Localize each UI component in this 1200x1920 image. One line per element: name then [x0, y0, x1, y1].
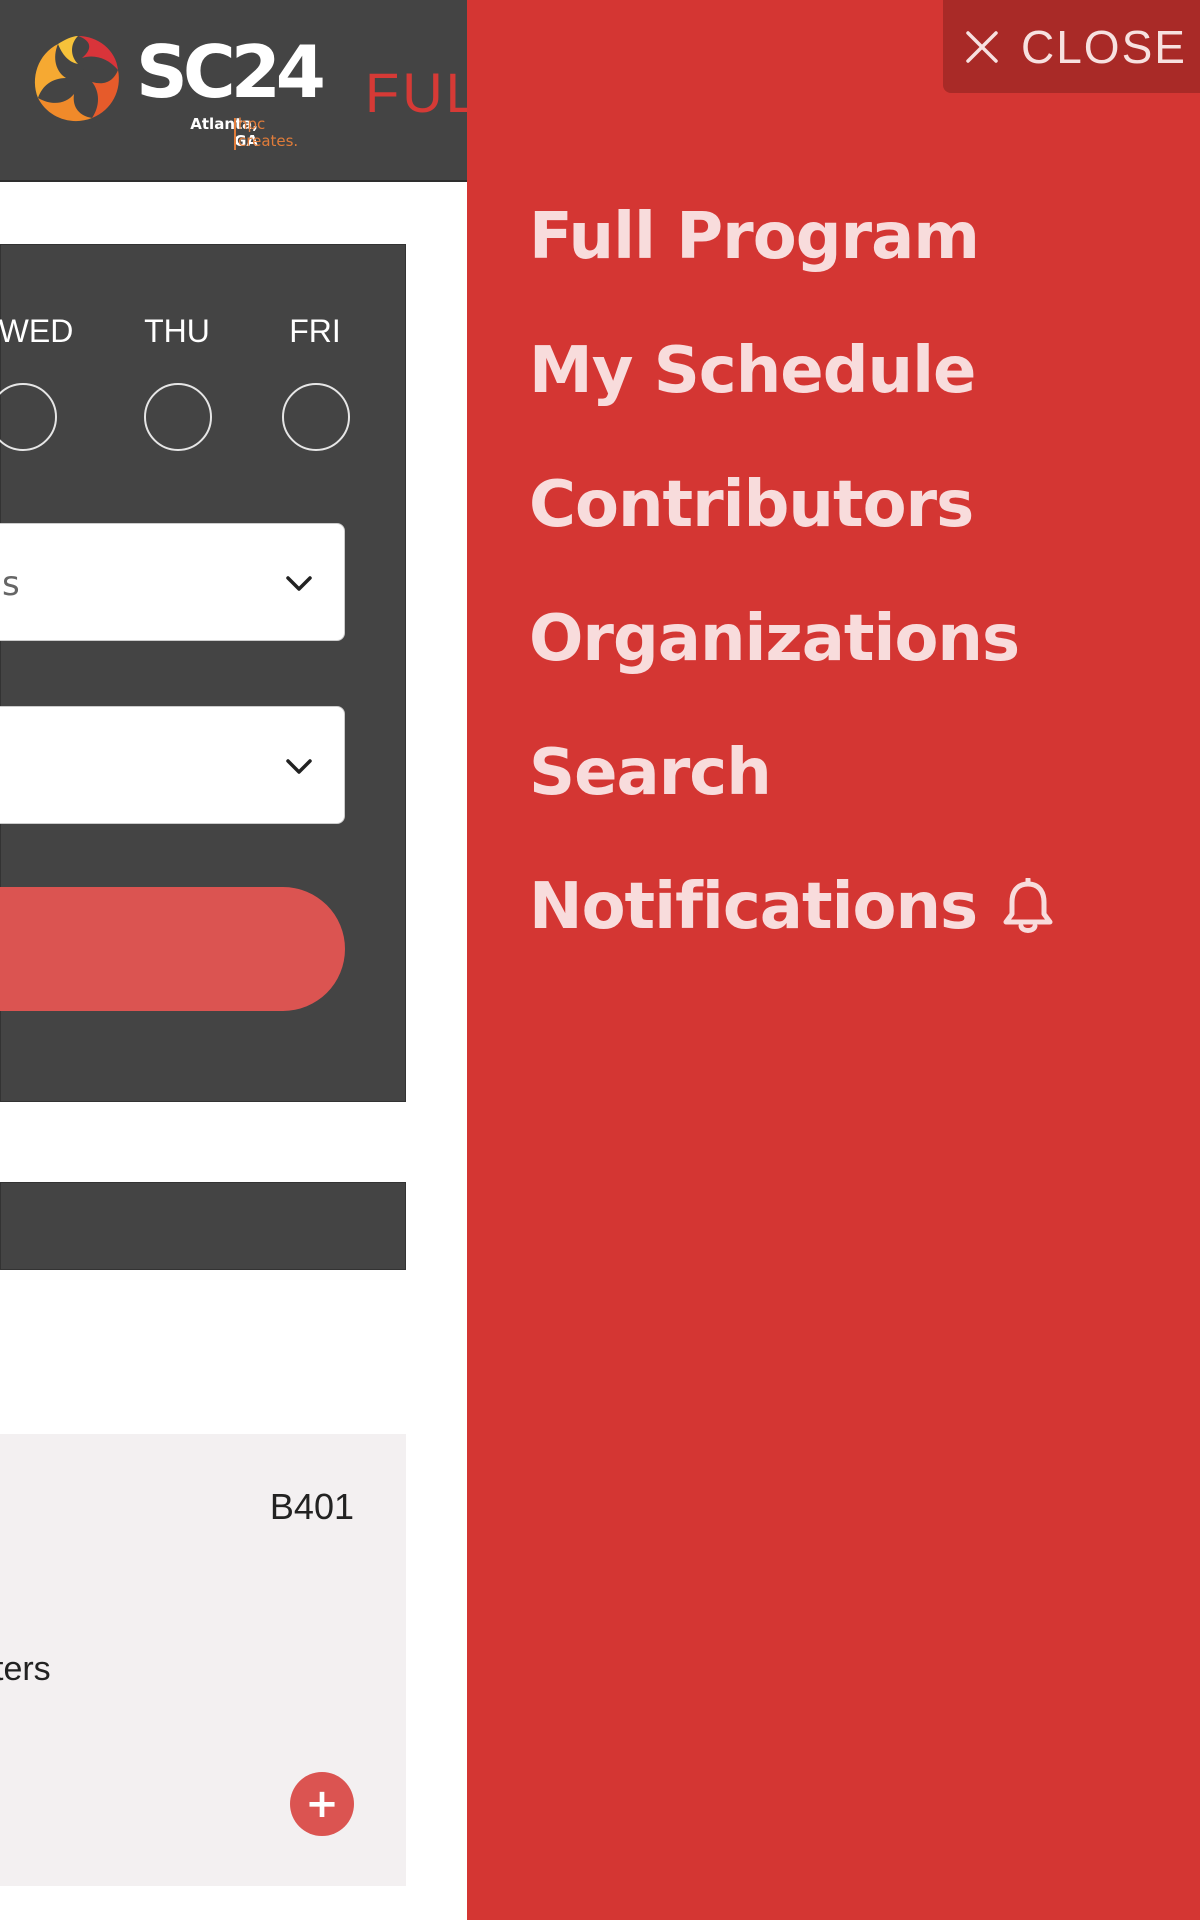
day-radio-fri[interactable]: [282, 383, 350, 451]
nav-item-contributors[interactable]: Contributors: [529, 438, 1055, 572]
day-label-wed: WED: [0, 313, 74, 349]
nav-item-label: Organizations: [529, 602, 1020, 676]
day-label-fri: FRI: [289, 313, 341, 349]
nav-drawer: CLOSE Full Program My Schedule Contribut…: [467, 0, 1200, 1920]
nav-item-label: Notifications: [529, 870, 978, 944]
logo-wordmark: SC24: [136, 30, 326, 114]
logo-divider: [234, 118, 236, 150]
phoenix-logo-icon: [34, 36, 119, 122]
nav-item-my-schedule[interactable]: My Schedule: [529, 304, 1055, 438]
nav-item-label: My Schedule: [529, 334, 976, 408]
day-radio-wed[interactable]: [0, 383, 57, 451]
nav-item-label: Search: [529, 736, 772, 810]
nav-item-label: Full Program: [529, 200, 980, 274]
day-radio-thu[interactable]: [144, 383, 212, 451]
logo-tagline: hpc creates.: [238, 115, 299, 150]
nav-item-label: Contributors: [529, 468, 974, 542]
filter-select-2[interactable]: [0, 706, 345, 824]
drawer-nav: Full Program My Schedule Contributors Or…: [529, 170, 1055, 974]
bell-icon: [1003, 878, 1053, 933]
close-button[interactable]: CLOSE: [943, 0, 1200, 93]
sc24-logo[interactable]: SC24 Atlanta, GA hpc creates.: [28, 28, 328, 153]
nav-item-search[interactable]: Search: [529, 706, 1055, 840]
filter-select-1-value: s: [2, 564, 20, 604]
day-label-thu: THU: [144, 313, 210, 349]
filter-select-1[interactable]: s: [0, 523, 345, 641]
close-icon: [966, 30, 998, 63]
chevron-down-icon: [286, 576, 312, 591]
close-label: CLOSE: [1021, 20, 1187, 73]
nav-item-organizations[interactable]: Organizations: [529, 572, 1055, 706]
nav-item-full-program[interactable]: Full Program: [529, 170, 1055, 304]
site-header: SC24 Atlanta, GA hpc creates. FUL: [0, 0, 477, 182]
chevron-down-icon: [286, 759, 312, 774]
page-title: FUL: [365, 61, 480, 124]
session-card[interactable]: B401 ters +: [0, 1434, 406, 1886]
apply-filter-button[interactable]: [0, 887, 345, 1011]
session-text: ters: [0, 1650, 51, 1688]
add-to-schedule-button[interactable]: +: [290, 1772, 354, 1836]
session-room: B401: [269, 1486, 354, 1527]
nav-item-notifications[interactable]: Notifications: [529, 840, 1055, 974]
section-bar: [0, 1182, 406, 1270]
